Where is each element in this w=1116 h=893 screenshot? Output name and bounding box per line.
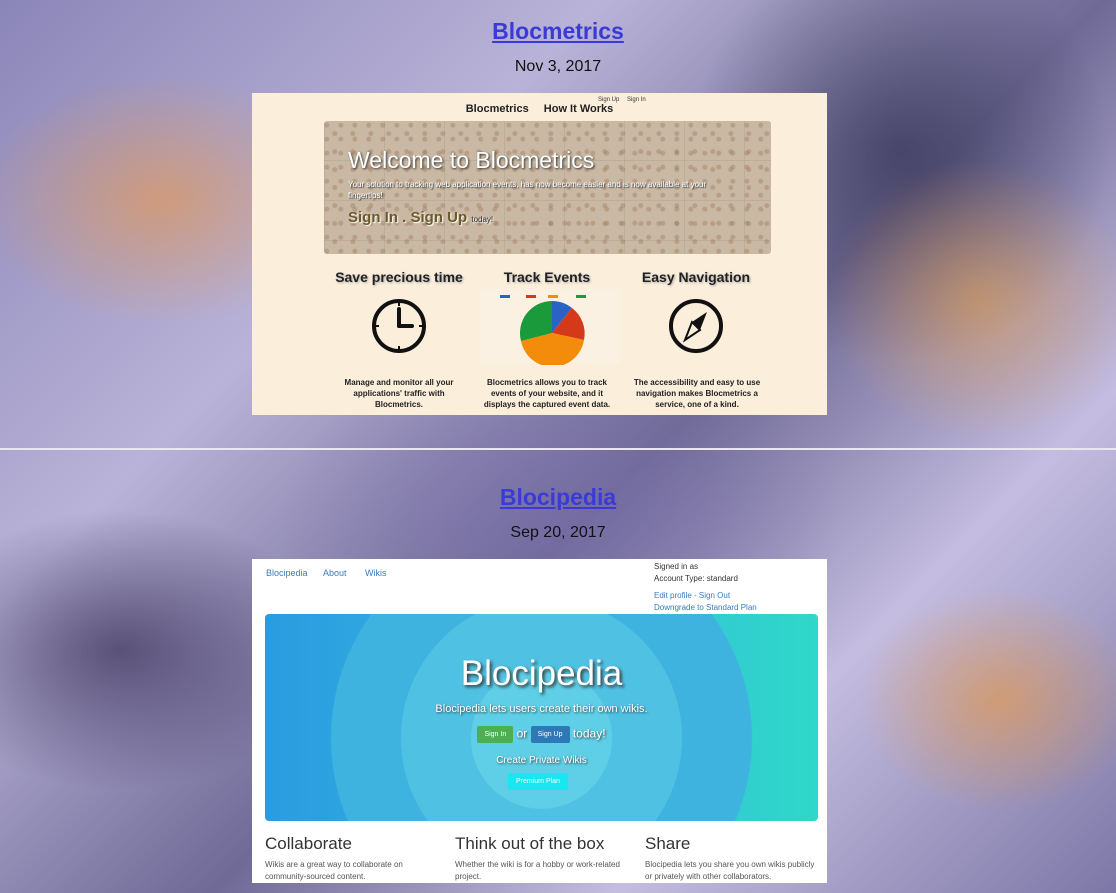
today-text: today! <box>572 726 606 741</box>
column-heading: Collaborate <box>265 834 352 853</box>
hero-cta: Sign In . Sign Up today! <box>348 209 493 226</box>
column-text: Wikis are a great way to collaborate on … <box>265 860 403 881</box>
private-wikis-text: Create Private Wikis <box>496 755 587 766</box>
nav-item: Sign Up <box>598 97 620 103</box>
jumbotron-subtitle: Blocipedia lets users create their own w… <box>435 703 648 715</box>
column-text: Blocipedia lets you share you own wikis … <box>645 860 815 881</box>
post-date: Sep 20, 2017 <box>510 524 606 541</box>
account-type: Account Type: standard <box>654 574 738 583</box>
feature-text: Blocmetrics allows you to track events o… <box>483 378 611 409</box>
feature-text: Manage and monitor all your applications… <box>344 378 454 409</box>
feature-title: Track Events <box>503 269 591 285</box>
feature-text: The accessibility and easy to use naviga… <box>633 378 761 409</box>
clock-icon <box>372 299 426 353</box>
screenshot-hero: Welcome to Blocmetrics Your solution to … <box>324 121 771 254</box>
sign-in-button: Sign In <box>477 726 514 743</box>
post-title-link[interactable]: Blocmetrics <box>0 18 1116 45</box>
column-text: Whether the wiki is for a hobby or work-… <box>455 860 620 881</box>
compass-icon <box>669 299 723 353</box>
jumbotron-title: Blocipedia <box>460 654 623 693</box>
nav-item: About <box>323 568 347 578</box>
downgrade-link: Downgrade to Standard Plan <box>654 603 757 612</box>
account-panel: Signed in as Account Type: standard Edit… <box>654 561 757 614</box>
edit-profile-link: Edit profile - Sign Out <box>654 591 731 600</box>
pie-chart-panel <box>480 289 620 365</box>
jumbotron-cta-row: Sign In or Sign Up today! <box>265 726 818 743</box>
post-title-link[interactable]: Blocipedia <box>0 484 1116 511</box>
project-screenshot-blocipedia[interactable]: Blocipedia About Wikis Signed in as Acco… <box>252 559 827 883</box>
or-text: or <box>516 726 528 741</box>
column-heading: Share <box>645 834 691 853</box>
project-screenshot-blocmetrics[interactable]: Blocmetrics How It Works Sign Up Sign In… <box>252 93 827 415</box>
nav-item: How It Works <box>543 103 614 115</box>
nav-item: Sign In <box>627 97 646 103</box>
post-date: Nov 3, 2017 <box>514 58 602 75</box>
hero-cta-links: Sign In . Sign Up <box>348 209 468 226</box>
feature-title: Easy Navigation <box>641 269 751 285</box>
signed-in-label: Signed in as <box>654 562 699 571</box>
nav-item: Blocmetrics <box>465 103 529 115</box>
column-heading: Think out of the box <box>455 834 605 853</box>
hero-title: Welcome to Blocmetrics <box>348 147 595 173</box>
hero-cta-small: today! <box>471 215 494 224</box>
hero-subtitle: Your solution to tracking web applicatio… <box>348 180 707 200</box>
pie-legend <box>500 295 600 298</box>
sign-up-button: Sign Up <box>530 726 570 743</box>
screenshot-auth-links: Sign Up Sign In <box>598 97 652 103</box>
pie-chart-icon <box>519 301 585 365</box>
nav-item: Blocipedia <box>266 568 308 578</box>
nav-item: Wikis <box>365 568 387 578</box>
premium-plan-button: Premium Plan <box>508 773 568 790</box>
screenshot-nav: Blocmetrics How It Works <box>252 103 827 115</box>
screenshot-jumbotron: Blocipedia Blocipedia lets users create … <box>265 614 818 821</box>
feature-title: Save precious time <box>335 269 463 285</box>
